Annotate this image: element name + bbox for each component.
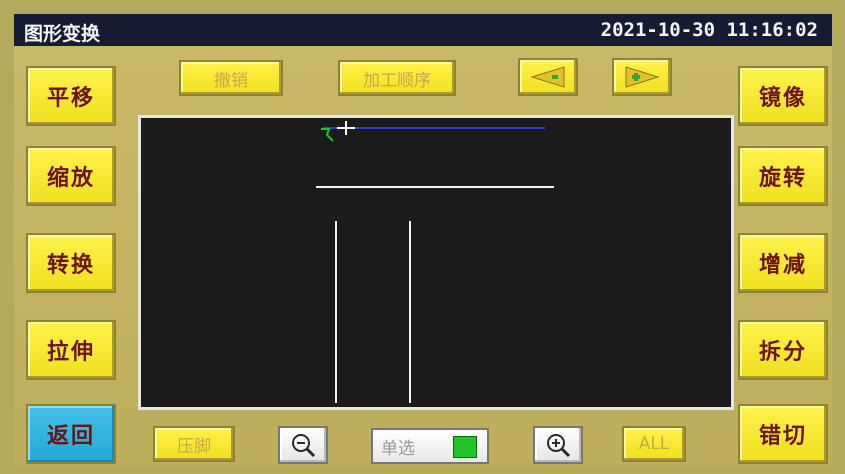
- translate-button[interactable]: 平移: [26, 66, 116, 126]
- rotate-button[interactable]: 旋转: [738, 146, 828, 206]
- pattern-canvas[interactable]: [138, 115, 734, 410]
- scale-button[interactable]: 缩放: [26, 146, 116, 206]
- increase-decrease-button[interactable]: 增减: [738, 233, 828, 293]
- process-order-button[interactable]: 加工顺序: [338, 60, 456, 96]
- pattern-drawing: [316, 121, 554, 403]
- mirror-button[interactable]: 镜像: [738, 66, 828, 126]
- back-button[interactable]: 返回: [26, 404, 116, 464]
- prev-button[interactable]: [518, 58, 578, 96]
- origin-marker: [321, 128, 334, 142]
- convert-button[interactable]: 转换: [26, 233, 116, 293]
- left-arrow-icon: [530, 66, 565, 88]
- right-arrow-icon: [625, 66, 660, 88]
- presser-foot-button[interactable]: 压脚: [153, 426, 235, 462]
- page-title: 图形变换: [24, 23, 101, 45]
- zoom-in-icon: [547, 434, 571, 458]
- select-mode-dropdown[interactable]: 单选: [371, 428, 489, 464]
- zoom-in-button[interactable]: [533, 426, 583, 464]
- datetime: 2021-10-30 11:16:02: [600, 19, 818, 41]
- zoom-out-button[interactable]: [278, 426, 328, 464]
- split-button[interactable]: 拆分: [738, 320, 828, 380]
- select-mode-indicator: [453, 436, 477, 458]
- select-mode-value: 单选: [381, 438, 415, 459]
- stretch-button[interactable]: 拉伸: [26, 320, 116, 380]
- zoom-out-icon: [292, 434, 316, 458]
- undo-button[interactable]: 撤销: [179, 60, 283, 96]
- shear-button[interactable]: 错切: [738, 404, 828, 464]
- select-all-button[interactable]: ALL: [622, 426, 686, 462]
- title-bar: 图形变换 2021-10-30 11:16:02: [14, 14, 832, 46]
- next-button[interactable]: [612, 58, 672, 96]
